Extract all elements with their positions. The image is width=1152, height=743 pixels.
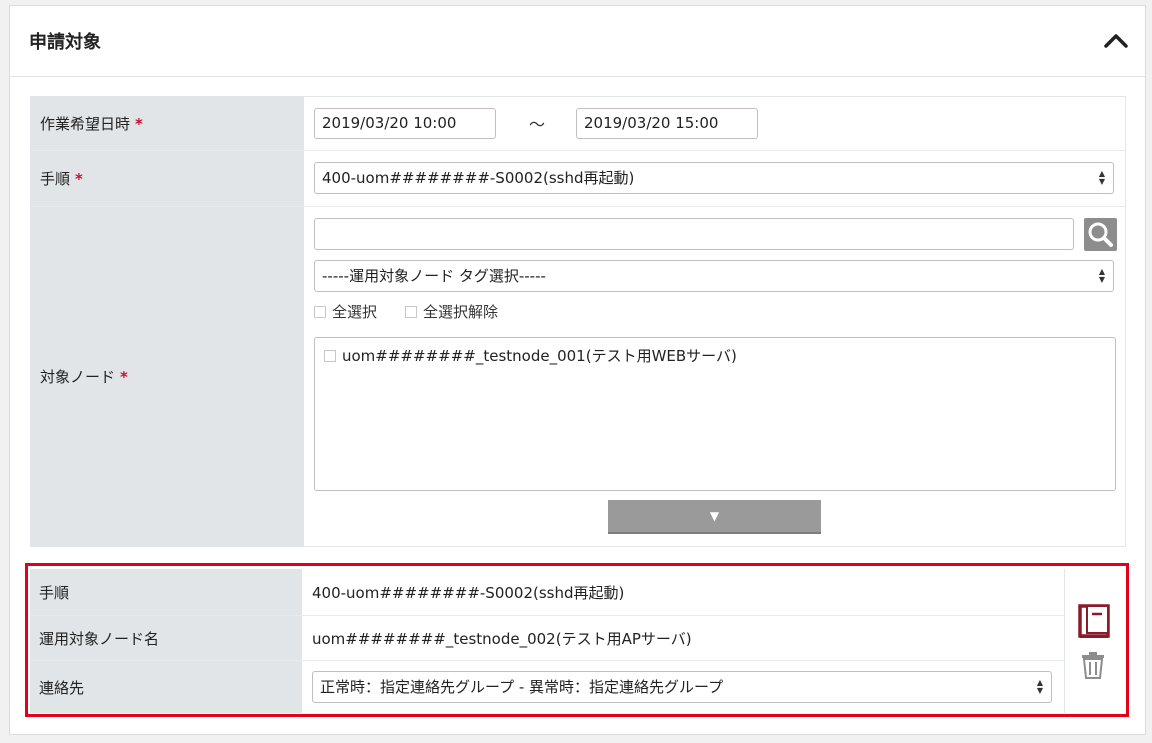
required-mark: * bbox=[120, 367, 128, 386]
datetime-separator: ～ bbox=[529, 115, 546, 134]
entry-row-procedure: 手順 400-uom########-S0002(sshd再起動) bbox=[30, 569, 1064, 616]
node-list[interactable]: uom########_testnode_001(テスト用WEBサーバ) bbox=[314, 337, 1116, 491]
target-node-label: 対象ノード * bbox=[31, 207, 304, 546]
entry-node-label: 運用対象ノード名 bbox=[30, 616, 302, 660]
trash-icon[interactable] bbox=[1081, 651, 1105, 679]
entry-contact-label: 連絡先 bbox=[30, 661, 302, 713]
procedure-label: 手順 * bbox=[31, 151, 304, 206]
node-tag-select[interactable]: -----運用対象ノード タグ選択----- ▲ ▼ bbox=[314, 260, 1114, 292]
entry-procedure-value: 400-uom########-S0002(sshd再起動) bbox=[312, 583, 625, 602]
entry-actions bbox=[1068, 569, 1128, 713]
panel-title: 申請対象 bbox=[29, 32, 101, 53]
application-form-table: 作業希望日時 * 2019/03/20 10:00 ～ 2019/03/20 1… bbox=[30, 96, 1126, 547]
search-icon bbox=[1088, 222, 1113, 247]
datetime-label: 作業希望日時 * bbox=[31, 97, 304, 150]
select-arrows-icon: ▲ ▼ bbox=[1036, 678, 1043, 695]
entry-procedure-label: 手順 bbox=[30, 569, 302, 615]
contact-select[interactable]: 正常時：指定連絡先グループ - 異常時：指定連絡先グループ ▲ ▼ bbox=[312, 671, 1052, 703]
deselect-all-label[interactable]: 全選択解除 bbox=[423, 301, 498, 322]
node-search-input[interactable] bbox=[314, 218, 1074, 250]
added-entry-table: 手順 400-uom########-S0002(sshd再起動) 運用対象ノー… bbox=[30, 569, 1065, 713]
entry-contact-cell: 正常時：指定連絡先グループ - 異常時：指定連絡先グループ ▲ ▼ bbox=[302, 661, 1064, 713]
start-datetime-input[interactable]: 2019/03/20 10:00 bbox=[314, 108, 496, 139]
datetime-value-cell: 2019/03/20 10:00 ～ 2019/03/20 15:00 bbox=[304, 97, 1125, 150]
required-mark: * bbox=[135, 114, 143, 133]
select-arrows-icon: ▲ ▼ bbox=[1098, 169, 1105, 186]
select-all-checkbox[interactable] bbox=[314, 305, 326, 318]
end-datetime-input[interactable]: 2019/03/20 15:00 bbox=[576, 108, 758, 139]
row-datetime: 作業希望日時 * 2019/03/20 10:00 ～ 2019/03/20 1… bbox=[31, 97, 1125, 151]
select-all-controls: 全選択 全選択解除 bbox=[314, 301, 520, 322]
procedure-select[interactable]: 400-uom########-S0002(sshd再起動) ▲ ▼ bbox=[314, 162, 1114, 194]
entry-row-contact: 連絡先 正常時：指定連絡先グループ - 異常時：指定連絡先グループ ▲ ▼ bbox=[30, 661, 1064, 713]
chevron-up-icon[interactable] bbox=[1103, 28, 1129, 54]
panel-header: 申請対象 bbox=[10, 6, 1145, 77]
node-checkbox[interactable] bbox=[324, 349, 336, 362]
search-button[interactable] bbox=[1084, 218, 1117, 251]
list-item[interactable]: uom########_testnode_001(テスト用WEBサーバ) bbox=[324, 345, 737, 366]
expand-button[interactable]: ▼ bbox=[608, 500, 821, 534]
added-entry-highlight: 手順 400-uom########-S0002(sshd再起動) 運用対象ノー… bbox=[25, 563, 1129, 717]
row-procedure: 手順 * 400-uom########-S0002(sshd再起動) ▲ ▼ bbox=[31, 151, 1125, 207]
procedure-value-cell: 400-uom########-S0002(sshd再起動) ▲ ▼ bbox=[304, 151, 1125, 206]
entry-node-value: uom########_testnode_002(テスト用APサーバ) bbox=[312, 629, 692, 648]
node-label: uom########_testnode_001(テスト用WEBサーバ) bbox=[342, 347, 737, 365]
target-node-value-cell: -----運用対象ノード タグ選択----- ▲ ▼ 全選択 全選択解除 uom#… bbox=[304, 207, 1125, 546]
deselect-all-checkbox[interactable] bbox=[405, 305, 418, 318]
book-icon[interactable] bbox=[1078, 604, 1112, 640]
select-all-label[interactable]: 全選択 bbox=[332, 301, 377, 322]
entry-row-node: 運用対象ノード名 uom########_testnode_002(テスト用AP… bbox=[30, 616, 1064, 661]
select-arrows-icon: ▲ ▼ bbox=[1098, 267, 1105, 284]
row-target-node: 対象ノード * -----運用対象ノード タグ選択----- ▲ ▼ 全選択 全… bbox=[31, 207, 1125, 546]
triangle-down-icon: ▼ bbox=[709, 509, 720, 523]
required-mark: * bbox=[75, 169, 83, 188]
